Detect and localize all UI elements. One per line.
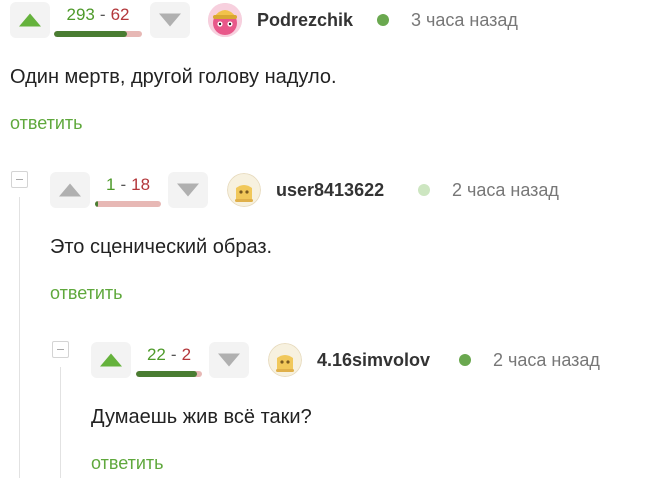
comment-header: 293-62 Podrezchik 3 часа назад: [10, 0, 650, 40]
pink-creature-avatar-icon: [208, 3, 242, 37]
triangle-up-icon: [19, 13, 41, 27]
rating-bar: [95, 201, 161, 207]
username[interactable]: Podrezchik: [257, 10, 353, 31]
rating-plus: 293: [66, 5, 95, 24]
collapse-thread-button[interactable]: [11, 171, 28, 188]
rating-separator: -: [120, 175, 127, 194]
username[interactable]: user8413622: [276, 180, 384, 201]
online-status-dot: [418, 184, 430, 196]
online-status-dot: [459, 354, 471, 366]
downvote-button[interactable]: [168, 172, 208, 208]
comment: 22-2 4.16simvolov 2 часа назад Думаешь ж…: [91, 340, 650, 478]
triangle-down-icon: [218, 353, 240, 367]
triangle-up-icon: [100, 353, 122, 367]
triangle-up-icon: [59, 183, 81, 197]
comment-header: 22-2 4.16simvolov 2 часа назад: [91, 340, 650, 380]
triangle-down-icon: [177, 183, 199, 197]
comment-time[interactable]: 2 часа назад: [493, 350, 600, 371]
rating-separator: -: [170, 345, 177, 364]
default-user-avatar-icon: [268, 343, 302, 377]
avatar[interactable]: [227, 173, 261, 207]
upvote-button[interactable]: [50, 172, 90, 208]
default-user-avatar-icon: [227, 173, 261, 207]
reply-link[interactable]: ответить: [10, 113, 83, 134]
comment-text: Это сценический образ.: [50, 236, 273, 258]
reply-link[interactable]: ответить: [91, 453, 164, 474]
rating-separator: -: [99, 5, 106, 24]
comment-text: Один мертв, другой голову надуло.: [10, 66, 337, 88]
rating-minus: 2: [181, 345, 192, 364]
comment: 293-62 Podrezchik 3 часа назад Один мерт…: [10, 0, 650, 150]
comment-text: Думаешь жив всё таки?: [91, 406, 312, 428]
rating-bar: [54, 31, 142, 37]
downvote-button[interactable]: [209, 342, 249, 378]
comment: 1-18 user8413622 2 часа назад Это сценич…: [50, 170, 650, 320]
rating-bar-fill: [54, 31, 127, 37]
rating-bar-fill: [136, 371, 197, 377]
upvote-button[interactable]: [91, 342, 131, 378]
rating: 1-18: [95, 172, 161, 212]
comment-time[interactable]: 3 часа назад: [411, 10, 518, 31]
rating-minus: 18: [131, 175, 151, 194]
online-status-dot: [377, 14, 389, 26]
username[interactable]: 4.16simvolov: [317, 350, 430, 371]
rating-minus: 62: [110, 5, 130, 24]
thread-line-level-1: [19, 197, 20, 478]
avatar[interactable]: [208, 3, 242, 37]
rating: 22-2: [136, 342, 202, 382]
rating-text: 22-2: [136, 345, 202, 365]
downvote-button[interactable]: [150, 2, 190, 38]
comment-header: 1-18 user8413622 2 часа назад: [50, 170, 650, 210]
comment-time[interactable]: 2 часа назад: [452, 180, 559, 201]
rating: 293-62: [54, 2, 142, 42]
rating-bar-fill: [95, 201, 99, 207]
triangle-down-icon: [159, 13, 181, 27]
rating-plus: 22: [146, 345, 166, 364]
rating-text: 1-18: [95, 175, 161, 195]
rating-bar: [136, 371, 202, 377]
upvote-button[interactable]: [10, 2, 50, 38]
collapse-thread-button[interactable]: [52, 341, 69, 358]
reply-link[interactable]: ответить: [50, 283, 123, 304]
avatar[interactable]: [268, 343, 302, 377]
rating-text: 293-62: [54, 5, 142, 25]
thread-line-level-2: [60, 367, 61, 478]
